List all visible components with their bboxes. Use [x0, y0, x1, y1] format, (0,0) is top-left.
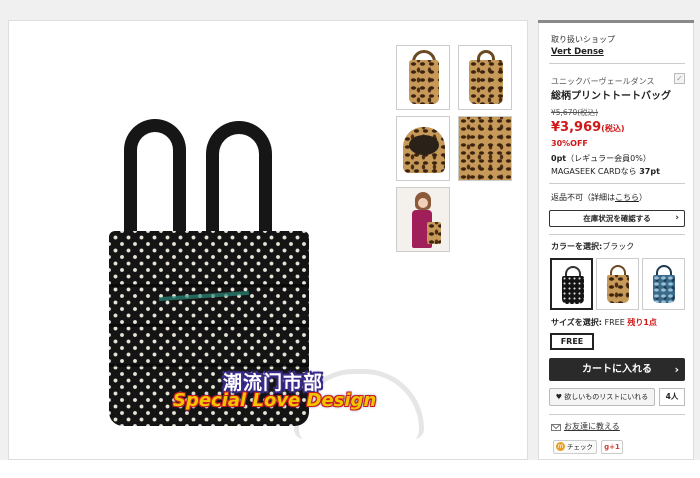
color-label-text: カラーを選択: [551, 242, 603, 251]
thumb-bag-interior [409, 135, 439, 155]
divider [549, 63, 685, 64]
watermark-english: Special Love Design [173, 390, 377, 411]
bag-seam [109, 284, 309, 287]
points-info: 0pt（レギュラー会員0%） [551, 154, 651, 164]
original-price: ¥5,670(税込) [551, 108, 599, 117]
check-stock-button[interactable]: 在庫状況を確認する › [549, 210, 685, 227]
size-option-free[interactable]: FREE [550, 333, 594, 350]
wishlist-count: 4人 [659, 388, 685, 406]
thumbnail-leopard-side[interactable] [396, 45, 450, 110]
add-to-cart-label: カートに入れる [582, 364, 652, 375]
add-to-wishlist-button[interactable]: ♥ 欲しいものリストにいれる [549, 388, 655, 406]
shop-watermark: 潮流门市部 Special Love Design [173, 364, 377, 424]
divider [549, 414, 685, 415]
tell-a-friend-link[interactable]: お友達に教える [564, 422, 620, 432]
shop-label: 取り扱いショップ [551, 35, 615, 44]
color-swatch-blue-camo[interactable] [642, 258, 685, 310]
color-select-label: カラーを選択:ブラック [551, 242, 634, 252]
check-stock-label: 在庫状況を確認する [583, 214, 651, 223]
stock-remaining: 残り1点 [627, 318, 657, 327]
discount-badge: 30%OFF [551, 139, 588, 148]
shop-name-link[interactable]: Vert Dense [551, 47, 604, 57]
color-swatch-leopard[interactable] [596, 258, 639, 310]
swatch-bag [607, 275, 629, 303]
thumb-bag [469, 60, 503, 104]
magaseek-points: 37pt [639, 167, 660, 176]
price-tax: (税込) [601, 124, 625, 133]
model-bag [427, 222, 441, 244]
magaseek-card-points: MAGASEEK CARDなら 37pt [551, 167, 660, 177]
mixi-check-button[interactable]: m チェック [553, 440, 597, 454]
magaseek-prefix: MAGASEEK CARDなら [551, 167, 637, 176]
color-value: ブラック [602, 242, 635, 251]
mixi-icon: m [556, 442, 565, 451]
thumbnail-leopard-open[interactable] [396, 116, 450, 181]
swatch-bag [653, 275, 675, 303]
chevron-right-icon: › [674, 363, 679, 376]
brand-name: ユニックバーヴェールダンス [551, 77, 655, 86]
mail-icon [551, 424, 561, 431]
price-value: ¥3,969 [551, 120, 602, 135]
check-icon[interactable]: ✓ [674, 73, 685, 84]
thumb-bag [409, 60, 439, 104]
swatch-bag [562, 276, 584, 304]
mixi-label: チェック [567, 443, 593, 451]
divider [549, 183, 685, 184]
sidebar-top-border [538, 20, 694, 23]
google-plus-button[interactable]: g+1 [601, 440, 623, 454]
return-text: 返品不可（詳細は [551, 193, 615, 202]
product-info-sidebar: 取り扱いショップ Vert Dense ユニックバーヴェールダンス ✓ 総柄プリ… [538, 20, 694, 460]
bag-seam [109, 324, 309, 327]
size-value: FREE [604, 318, 625, 327]
return-suffix: ） [639, 193, 647, 202]
divider [549, 234, 685, 235]
thumbnail-leopard-front[interactable] [458, 45, 512, 110]
thumbnail-fabric-closeup[interactable] [458, 116, 512, 181]
points-value: 0pt [551, 154, 567, 163]
page-bottom [0, 460, 700, 478]
size-label-text: サイズを選択: [551, 318, 602, 327]
chevron-right-icon: › [675, 213, 679, 223]
size-select-label: サイズを選択: FREE 残り1点 [551, 318, 657, 328]
product-image-panel: 潮流门市部 Special Love Design [8, 20, 528, 460]
color-swatch-black[interactable] [550, 258, 593, 310]
thumbnail-model[interactable] [396, 187, 450, 252]
add-to-cart-button[interactable]: カートに入れる › [549, 358, 685, 381]
model-face [418, 198, 428, 208]
product-name: 総柄プリントトートバッグ [551, 91, 671, 102]
return-details-link[interactable]: こちら [615, 193, 639, 202]
points-note: （レギュラー会員0%） [566, 154, 651, 163]
return-policy: 返品不可（詳細はこちら） [551, 193, 647, 203]
sale-price: ¥3,969(税込) [551, 120, 624, 136]
